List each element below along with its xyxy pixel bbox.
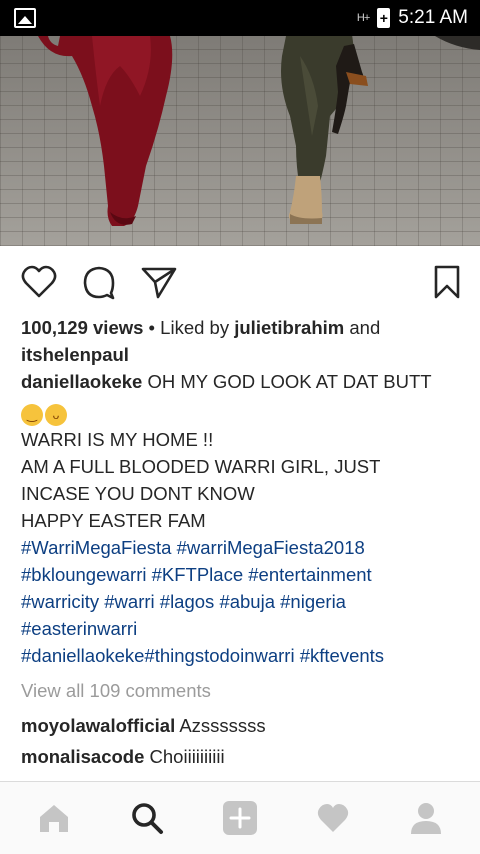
post-photo[interactable] bbox=[0, 36, 480, 246]
likes-line: 100,129 views • Liked by julietibrahim a… bbox=[21, 314, 461, 341]
hashtag[interactable]: #warri bbox=[104, 591, 154, 612]
post-action-bar bbox=[0, 262, 480, 306]
bottom-nav bbox=[0, 781, 480, 854]
hashtag[interactable]: #kftevents bbox=[300, 645, 384, 666]
status-bar: H+ 5:21 AM bbox=[0, 0, 480, 36]
view-all-comments-link[interactable]: View all 109 comments bbox=[21, 677, 461, 704]
add-post-icon[interactable] bbox=[212, 790, 268, 846]
caption-line: WARRI IS MY HOME !! bbox=[21, 429, 214, 450]
comment: monalisacode Choiiiiiiiiii bbox=[21, 743, 461, 770]
squinting-tongue-emoji-icon: ᴗ bbox=[45, 404, 67, 426]
status-time: 5:21 AM bbox=[398, 7, 468, 28]
post-details: 100,129 views • Liked by julietibrahim a… bbox=[21, 314, 461, 770]
hashtag-line: #easterinwarri bbox=[21, 615, 461, 642]
hashtag[interactable]: #nigeria bbox=[280, 591, 346, 612]
hashtag[interactable]: #KFTPlace bbox=[152, 564, 244, 585]
home-icon[interactable] bbox=[26, 790, 82, 846]
post-photo-figures bbox=[38, 36, 480, 226]
search-icon[interactable] bbox=[119, 790, 175, 846]
caption-emojis: ‿ ᴗ bbox=[21, 395, 461, 426]
hashtag[interactable]: #bkloungewarri bbox=[21, 564, 146, 585]
hashtag-line: #bkloungewarri #KFTPlace #entertainment bbox=[21, 561, 461, 588]
hashtag[interactable]: #WarriMegaFiesta bbox=[21, 537, 171, 558]
gallery-icon bbox=[14, 8, 36, 28]
caption-first-line: daniellaokeke OH MY GOD LOOK AT DAT BUTT bbox=[21, 368, 461, 395]
signal-icon: H+ bbox=[356, 12, 370, 24]
hashtag[interactable]: #daniellaokeke#thingstodoinwarri bbox=[21, 645, 295, 666]
hashtag[interactable]: #warricity bbox=[21, 591, 99, 612]
caption-line: AM A FULL BLOODED WARRI GIRL, JUST bbox=[21, 456, 381, 477]
caption-text: OH MY GOD LOOK AT DAT BUTT bbox=[142, 371, 432, 392]
hashtag-line: #warricity #warri #lagos #abuja #nigeria bbox=[21, 588, 461, 615]
hashtag[interactable]: #entertainment bbox=[248, 564, 371, 585]
battery-charging-icon bbox=[377, 8, 391, 28]
bookmark-icon[interactable] bbox=[427, 262, 467, 302]
caption-line: HAPPY EASTER FAM bbox=[21, 510, 206, 531]
hashtag[interactable]: #easterinwarri bbox=[21, 618, 137, 639]
comment-username[interactable]: moyolawalofficial bbox=[21, 715, 175, 736]
liked-by-and: and bbox=[344, 317, 381, 338]
comment-text: Azsssssss bbox=[175, 715, 266, 736]
hashtag[interactable]: #warriMegaFiesta2018 bbox=[177, 537, 365, 558]
heart-icon[interactable] bbox=[19, 262, 59, 302]
profile-icon[interactable] bbox=[398, 790, 454, 846]
comment: moyolawalofficial Azsssssss bbox=[21, 712, 461, 739]
hashtag-line: #WarriMegaFiesta #warriMegaFiesta2018 bbox=[21, 534, 461, 561]
hashtag-line: #daniellaokeke#thingstodoinwarri #kfteve… bbox=[21, 642, 461, 669]
comment-username[interactable]: monalisacode bbox=[21, 746, 144, 767]
hashtag[interactable]: #lagos bbox=[160, 591, 215, 612]
liked-by-user[interactable]: julietibrahim bbox=[234, 317, 344, 338]
likes-line-2: itshelenpaul bbox=[21, 341, 461, 368]
comment-icon[interactable] bbox=[79, 262, 119, 302]
tears-of-joy-emoji-icon: ‿ bbox=[21, 404, 43, 426]
caption-line: INCASE YOU DONT KNOW bbox=[21, 483, 255, 504]
liked-by-second-user[interactable]: itshelenpaul bbox=[21, 344, 129, 365]
comment-text: Choiiiiiiiiii bbox=[144, 746, 225, 767]
hashtag[interactable]: #abuja bbox=[219, 591, 275, 612]
caption-username[interactable]: daniellaokeke bbox=[21, 371, 142, 392]
activity-heart-icon[interactable] bbox=[305, 790, 361, 846]
share-icon[interactable] bbox=[139, 262, 179, 302]
view-count[interactable]: 100,129 views bbox=[21, 317, 143, 338]
liked-by-prefix: • Liked by bbox=[143, 317, 235, 338]
